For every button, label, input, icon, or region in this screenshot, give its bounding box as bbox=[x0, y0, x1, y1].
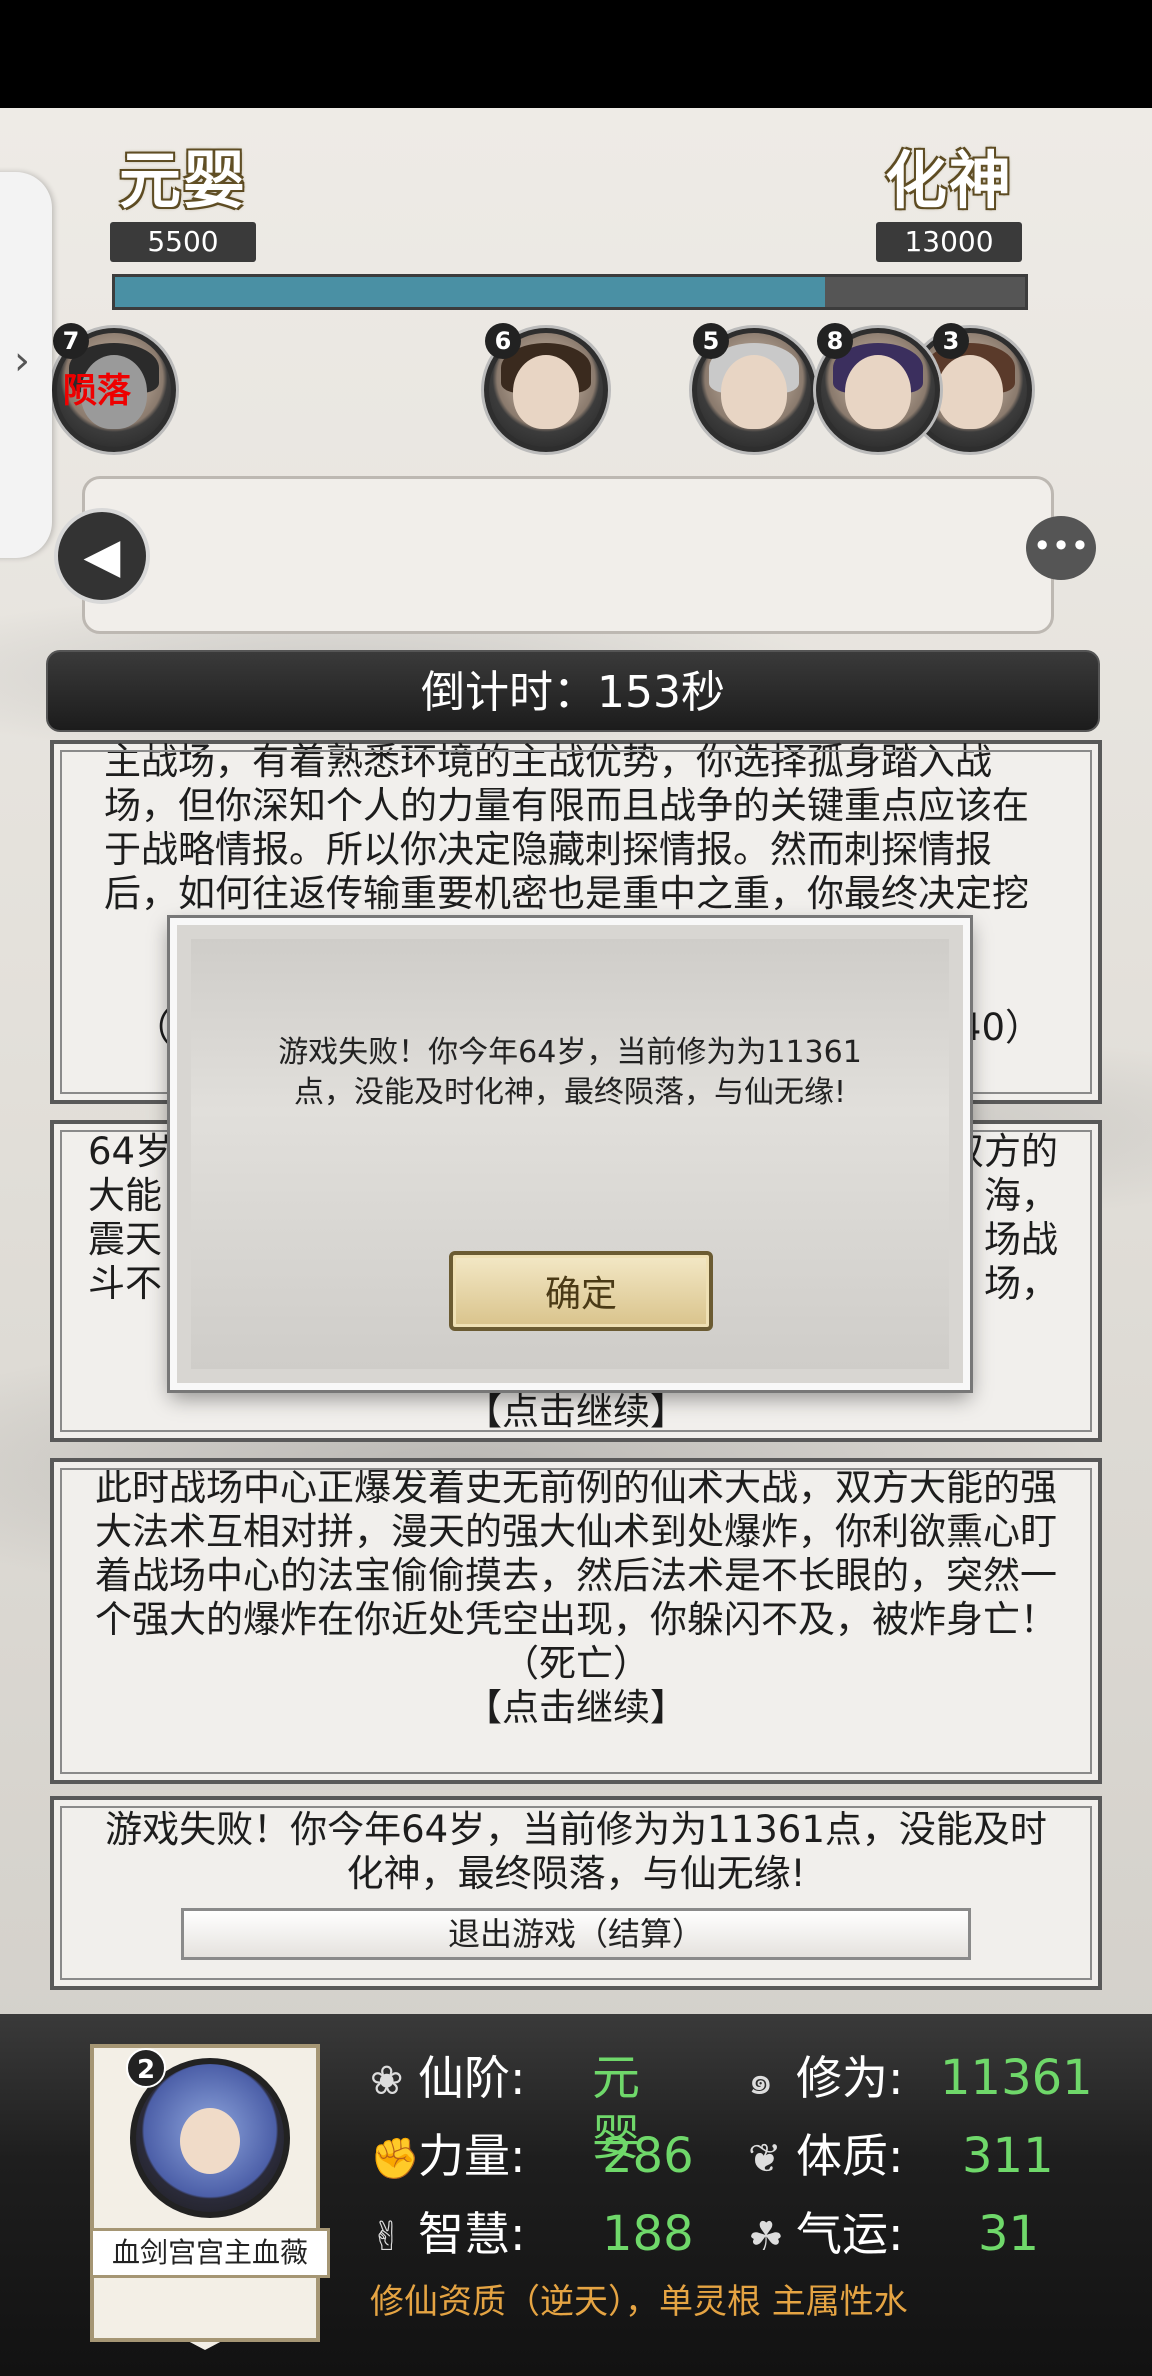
story-result: （死亡） bbox=[502, 1642, 650, 1685]
leaf-icon: ❦ bbox=[748, 2136, 782, 2182]
dialog-message: 游戏失败！你今年64岁，当前修为为11361点，没能及时化神，最终陨落，与仙无缘… bbox=[278, 1035, 862, 1110]
current-realm-threshold: 5500 bbox=[110, 222, 256, 262]
chat-bubble-icon[interactable]: ••• bbox=[1026, 516, 1096, 580]
fist-icon: ✊ bbox=[370, 2136, 420, 2182]
stat-label: 体质: bbox=[796, 2129, 904, 2183]
avatar-face bbox=[937, 355, 1003, 429]
rank-badge: 7 bbox=[53, 323, 89, 359]
stat-value: 188 bbox=[602, 2206, 694, 2262]
exit-game-button[interactable]: 退出游戏（结算） bbox=[181, 1908, 971, 1960]
broadcast-message-bar bbox=[82, 476, 1054, 634]
character-portrait[interactable]: 2 bbox=[126, 2048, 290, 2218]
player-avatar-7[interactable]: 7 陨落 bbox=[52, 323, 176, 452]
game-over-dialog: 游戏失败！你今年64岁，当前修为为11361点，没能及时化神，最终陨落，与仙无缘… bbox=[170, 918, 970, 1390]
stat-value: 11361 bbox=[940, 2050, 1093, 2106]
status-bar bbox=[0, 0, 1152, 108]
swirl-icon: ๑ bbox=[748, 2058, 774, 2104]
player-avatar-5[interactable]: 5 bbox=[692, 323, 816, 452]
avatar-face bbox=[721, 355, 787, 429]
stat-wisdom: ✌ 智慧: 188 bbox=[370, 2204, 694, 2264]
cultivation-progress-fill bbox=[115, 277, 825, 307]
next-realm-threshold: 13000 bbox=[876, 222, 1022, 262]
countdown-timer: 倒计时：153秒 bbox=[46, 650, 1100, 732]
rank-badge: 3 bbox=[933, 323, 969, 359]
stat-realm: ❀ 仙阶: 元婴 bbox=[370, 2048, 640, 2166]
side-drawer-tab[interactable]: › bbox=[0, 172, 52, 558]
stat-constitution: ❦ 体质: 311 bbox=[748, 2126, 1054, 2186]
rank-badge: 6 bbox=[485, 323, 521, 359]
result-card: 游戏失败！你今年64岁，当前修为为11361点，没能及时化神，最终陨落，与仙无缘… bbox=[50, 1796, 1102, 1990]
player-avatar-8[interactable]: 8 bbox=[816, 323, 940, 452]
final-result-text: 游戏失败！你今年64岁，当前修为为11361点，没能及时化神，最终陨落，与仙无缘… bbox=[105, 1808, 1047, 1895]
story-text: 此时战场中心正爆发着史无前例的仙术大战，双方大能的强大法术互相对拼，漫天的强大仙… bbox=[95, 1466, 1057, 1641]
clover-icon: ☘ bbox=[748, 2214, 784, 2260]
chevron-right-icon: › bbox=[14, 338, 30, 384]
stat-luck: ☘ 气运: 31 bbox=[748, 2204, 1039, 2264]
continue-prompt[interactable]: 【点击继续】 bbox=[94, 1686, 1058, 1730]
stat-label: 修为: bbox=[796, 2051, 904, 2105]
current-realm: 元婴 5500 bbox=[110, 130, 256, 262]
player-avatar-6[interactable]: 6 bbox=[484, 323, 608, 452]
cultivation-progress-bar bbox=[112, 274, 1028, 310]
stat-value: 311 bbox=[962, 2128, 1054, 2184]
lotus-icon: ❀ bbox=[370, 2058, 404, 2104]
stat-label: 智慧: bbox=[418, 2207, 526, 2261]
avatar-face bbox=[845, 355, 911, 429]
stat-label: 仙阶: bbox=[418, 2051, 526, 2105]
rank-badge: 8 bbox=[817, 323, 853, 359]
stat-value: 31 bbox=[978, 2206, 1040, 2262]
megaphone-icon[interactable]: ◀ bbox=[54, 508, 150, 604]
fallen-status: 陨落 bbox=[63, 371, 131, 411]
rank-badge: 5 bbox=[693, 323, 729, 359]
character-rank-badge: 2 bbox=[126, 2048, 166, 2088]
current-realm-name: 元婴 bbox=[118, 144, 247, 217]
stat-strength: ✊力量: 286 bbox=[370, 2126, 694, 2186]
avatar-face bbox=[513, 355, 579, 429]
stat-label: 气运: bbox=[796, 2207, 904, 2261]
character-name: 血剑宫宫主血薇 bbox=[90, 2228, 330, 2278]
stat-cultivation: ๑ 修为: 11361 bbox=[748, 2048, 1093, 2108]
confirm-button[interactable]: 确定 bbox=[449, 1251, 713, 1331]
hand-sign-icon: ✌ bbox=[370, 2214, 404, 2260]
story-card[interactable]: 此时战场中心正爆发着史无前例的仙术大战，双方大能的强大法术互相对拼，漫天的强大仙… bbox=[50, 1458, 1102, 1784]
stat-label: 力量: bbox=[418, 2129, 526, 2183]
stat-value: 286 bbox=[602, 2128, 694, 2184]
next-realm-name: 化神 bbox=[884, 144, 1013, 217]
continue-prompt[interactable]: 【点击继续】 bbox=[54, 1390, 1098, 1434]
aptitude-text: 修仙资质（逆天），单灵根 主属性水 bbox=[370, 2282, 908, 2322]
portrait-face bbox=[180, 2108, 240, 2174]
story-text-left: 64岁 大能 震天 斗不 bbox=[88, 1130, 173, 1305]
next-realm: 化神 13000 bbox=[876, 130, 1022, 262]
